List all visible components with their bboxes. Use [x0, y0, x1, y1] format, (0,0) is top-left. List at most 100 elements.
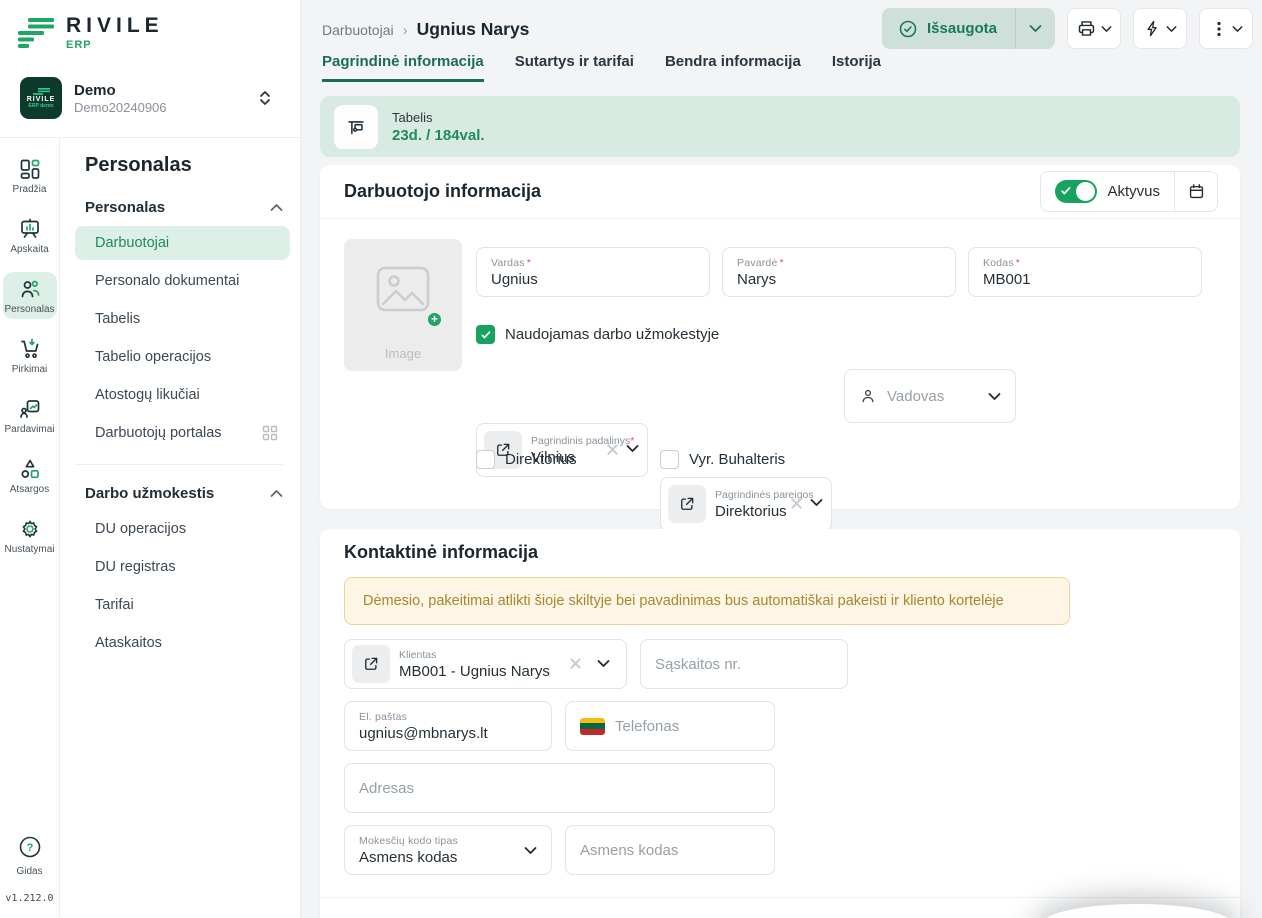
telefonas-field[interactable]: Telefonas [565, 701, 775, 751]
clear-icon[interactable] [606, 443, 619, 456]
kodas-label: Kodas [983, 257, 1014, 269]
kodo-tipas-value[interactable] [359, 849, 537, 866]
rail-item-pradzia[interactable]: Pradžia [3, 152, 57, 199]
adresas-field[interactable] [344, 763, 775, 813]
rail-item-atsargos[interactable]: Atsargos [3, 452, 57, 499]
clear-icon[interactable] [569, 657, 582, 670]
external-app-grid-icon [262, 425, 278, 441]
menu-item-label: Personalo dokumentai [95, 273, 239, 289]
printer-icon [1076, 18, 1097, 39]
vardas-field[interactable]: Vardas* [476, 247, 710, 297]
lithuania-flag-icon[interactable] [580, 718, 605, 735]
klientas-select[interactable]: Klientas MB001 - Ugnius Narys [344, 639, 627, 689]
vyr-buhalteris-checkbox[interactable]: Vyr. Buhalteris [660, 450, 785, 469]
save-button-label: Išsaugota [927, 20, 997, 37]
employee-info-card: Darbuotojo informacija Aktyvus [320, 165, 1240, 509]
workspace-name: Demo [74, 82, 246, 99]
checkbox-checked-icon [476, 325, 495, 344]
adresas-input[interactable] [359, 780, 760, 797]
chevron-down-icon[interactable] [524, 846, 537, 855]
save-menu-caret[interactable] [1015, 8, 1055, 49]
rivile-logo-icon [16, 16, 56, 50]
asmens-kodas-field[interactable] [565, 825, 775, 875]
pavarde-field[interactable]: Pavardė* [722, 247, 956, 297]
active-label: Aktyvus [1107, 183, 1160, 200]
chevron-down-icon[interactable] [810, 498, 823, 507]
workspace-selector[interactable]: RIVILE ERP demo Demo Demo20240906 [12, 71, 288, 125]
saskaitos-field[interactable] [640, 639, 848, 689]
sidebar-item-darbuotoju-portalas[interactable]: Darbuotojų portalas [75, 416, 290, 450]
rail-item-pirkimai[interactable]: Pirkimai [3, 332, 57, 379]
rail-item-personalas[interactable]: Personalas [3, 272, 57, 319]
tab-istorija[interactable]: Istorija [832, 53, 881, 82]
vadovas-placeholder: Vadovas [887, 388, 978, 405]
direktorius-checkbox[interactable]: Direktorius [476, 450, 577, 469]
tab-sutartys-ir-tarifai[interactable]: Sutartys ir tarifai [515, 53, 634, 82]
kodas-field[interactable]: Kodas* [968, 247, 1202, 297]
pareigos-select[interactable]: Pagrindinės pareigos Direktorius [660, 477, 832, 531]
pastas-input[interactable] [359, 725, 537, 742]
tab-bendra-informacija[interactable]: Bendra informacija [665, 53, 801, 82]
sidebar-item-tabelis[interactable]: Tabelis [75, 302, 290, 336]
saskaitos-input[interactable] [655, 656, 833, 673]
sidebar-title: Personalas [85, 154, 290, 177]
rail-item-label: Pirkimai [12, 364, 48, 375]
timesheet-icon [345, 116, 367, 138]
chevron-down-icon [988, 392, 1001, 401]
active-control: Aktyvus [1040, 171, 1218, 212]
save-button[interactable]: Išsaugota [882, 8, 1015, 49]
contact-card-title: Kontaktinė informacija [344, 542, 538, 563]
active-toggle[interactable]: Aktyvus [1041, 180, 1174, 203]
breadcrumb-separator-icon: › [403, 22, 408, 39]
menu-item-label: DU registras [95, 559, 176, 575]
rail-item-label: Pardavimai [4, 424, 54, 435]
tabelis-banner[interactable]: Tabelis 23d. / 184val. [320, 96, 1240, 157]
sidebar-item-atostogu-likuciai[interactable]: Atostogų likučiai [75, 378, 290, 412]
section-header-darbo-uzmokestis[interactable]: Darbo užmokestis [85, 485, 283, 502]
more-options-button[interactable] [1199, 8, 1253, 49]
open-pareigos-button[interactable] [668, 485, 706, 523]
payroll-checkbox-label: Naudojamas darbo užmokestyje [505, 326, 719, 343]
history-calendar-button[interactable] [1175, 172, 1217, 211]
chevron-down-icon[interactable] [597, 659, 610, 668]
card-section-divider [320, 897, 1240, 898]
workspace-code: Demo20240906 [74, 100, 246, 115]
clear-icon[interactable] [790, 497, 803, 510]
brand-name: RIVILE [66, 14, 164, 38]
breadcrumb-parent[interactable]: Darbuotojai [322, 22, 394, 38]
employee-photo-upload[interactable]: + Image [344, 239, 462, 371]
chevron-down-icon[interactable] [626, 444, 639, 453]
add-image-icon[interactable]: + [426, 311, 443, 328]
kodo-tipas-select[interactable]: Mokesčių kodo tipas [344, 825, 552, 875]
print-button[interactable] [1067, 8, 1121, 49]
sidebar-item-du-registras[interactable]: DU registras [75, 550, 290, 584]
rail-item-nustatymai[interactable]: Nustatymai [3, 512, 57, 559]
sidebar-item-tabelio-operacijos[interactable]: Tabelio operacijos [75, 340, 290, 374]
sidebar-item-darbuotojai[interactable]: Darbuotojai [75, 226, 290, 260]
gear-icon [18, 517, 42, 541]
pastas-field[interactable]: El. paštas [344, 701, 552, 751]
rail-item-apskaita[interactable]: Apskaita [3, 212, 57, 259]
asmens-kodas-input[interactable] [580, 842, 760, 859]
menu-item-label: Tarifai [95, 597, 134, 613]
quick-actions-button[interactable] [1133, 8, 1187, 49]
vardas-input[interactable] [491, 271, 695, 288]
pavarde-input[interactable] [737, 271, 941, 288]
payroll-checkbox[interactable]: Naudojamas darbo užmokestyje [476, 325, 719, 344]
sidebar-item-personalo-dokumentai[interactable]: Personalo dokumentai [75, 264, 290, 298]
contact-warning-banner: Dėmesio, pakeitimai atlikti šioje skilty… [344, 577, 1070, 625]
sidebar-item-ataskaitos[interactable]: Ataskaitos [75, 626, 290, 660]
vadovas-select[interactable]: Vadovas [844, 369, 1016, 423]
save-split-button[interactable]: Išsaugota [882, 8, 1055, 49]
cart-icon [18, 337, 42, 361]
rail-item-gidas[interactable]: ? Gidas [3, 829, 57, 881]
tab-pagrindine-informacija[interactable]: Pagrindinė informacija [322, 53, 484, 82]
rail-item-pardavimai[interactable]: Pardavimai [3, 392, 57, 439]
open-klientas-button[interactable] [352, 645, 390, 683]
sidebar-item-tarifai[interactable]: Tarifai [75, 588, 290, 622]
menu-item-label: Atostogų likučiai [95, 387, 200, 403]
sidebar-item-du-operacijos[interactable]: DU operacijos [75, 512, 290, 546]
kodas-input[interactable] [983, 271, 1187, 288]
section-label: Darbo užmokestis [85, 485, 214, 502]
section-header-personalas[interactable]: Personalas [85, 199, 283, 216]
